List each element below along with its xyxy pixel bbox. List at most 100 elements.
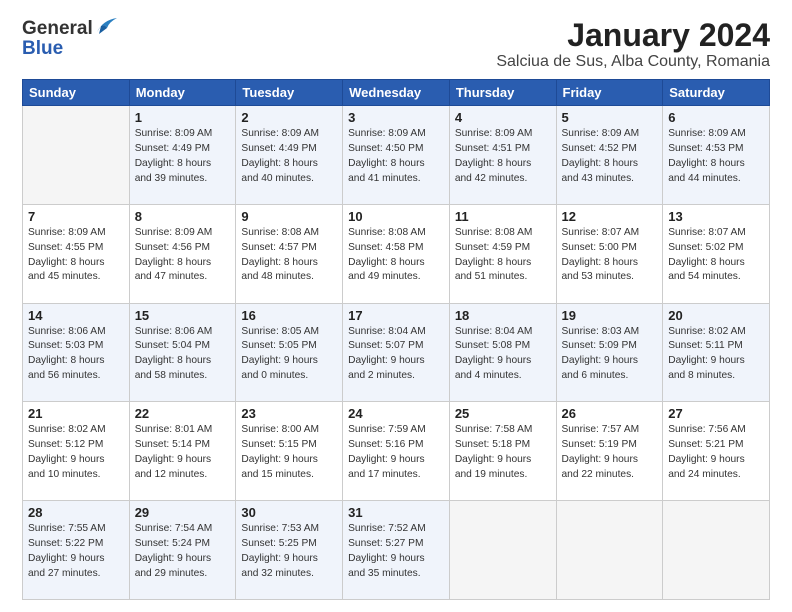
day-number: 8 [135, 209, 231, 224]
table-row: 29Sunrise: 7:54 AM Sunset: 5:24 PM Dayli… [129, 501, 236, 600]
day-number: 6 [668, 110, 764, 125]
day-number: 31 [348, 505, 444, 520]
table-row: 16Sunrise: 8:05 AM Sunset: 5:05 PM Dayli… [236, 303, 343, 402]
day-number: 1 [135, 110, 231, 125]
logo-blue-text: Blue [22, 38, 63, 60]
table-row: 13 Sunrise: 8:07 AM Sunset: 5:02 PM Dayli… [663, 204, 770, 303]
day-number: 4 [455, 110, 551, 125]
header-tuesday: Tuesday [236, 80, 343, 106]
day-number: 11 [455, 209, 551, 224]
table-row: 4Sunrise: 8:09 AM Sunset: 4:51 PM Daylig… [449, 106, 556, 205]
table-row: 19 Sunrise: 8:03 AM Sunset: 5:09 PM Dayli… [556, 303, 663, 402]
day-info: Sunrise: 7:59 AM Sunset: 5:16 PM Dayligh… [348, 423, 444, 482]
day-info: Sunrise: 7:56 AM Sunset: 5:21 PM Dayligh… [668, 423, 764, 482]
page-title: January 2024 [496, 18, 770, 53]
table-row: 17 Sunrise: 8:04 AM Sunset: 5:07 PM Dayli… [343, 303, 450, 402]
table-row: 8 Sunrise: 8:09 AM Sunset: 4:56 PM Daylig… [129, 204, 236, 303]
day-info: Sunrise: 8:08 AM Sunset: 4:59 PM Dayligh… [455, 226, 551, 285]
day-info: Sunrise: 7:58 AM Sunset: 5:18 PM Dayligh… [455, 423, 551, 482]
table-row: 31Sunrise: 7:52 AM Sunset: 5:27 PM Dayli… [343, 501, 450, 600]
logo-bird-icon [95, 18, 117, 36]
table-row: 14Sunrise: 8:06 AM Sunset: 5:03 PM Dayli… [23, 303, 130, 402]
calendar-week-row: 28 Sunrise: 7:55 AM Sunset: 5:22 PM Dayli… [23, 501, 770, 600]
day-number: 7 [28, 209, 124, 224]
table-row: 20 Sunrise: 8:02 AM Sunset: 5:11 PM Dayli… [663, 303, 770, 402]
table-row: 5 Sunrise: 8:09 AM Sunset: 4:52 PM Daylig… [556, 106, 663, 205]
day-number: 10 [348, 209, 444, 224]
day-info: Sunrise: 8:09 AM Sunset: 4:49 PM Dayligh… [135, 127, 231, 186]
table-row: 6 Sunrise: 8:09 AM Sunset: 4:53 PM Daylig… [663, 106, 770, 205]
header-sunday: Sunday [23, 80, 130, 106]
page-subtitle: Salciua de Sus, Alba County, Romania [496, 53, 770, 71]
day-info: Sunrise: 8:09 AM Sunset: 4:49 PM Dayligh… [241, 127, 337, 186]
day-info: Sunrise: 8:08 AM Sunset: 4:57 PM Dayligh… [241, 226, 337, 285]
calendar-week-row: 14Sunrise: 8:06 AM Sunset: 5:03 PM Dayli… [23, 303, 770, 402]
table-row: 11 Sunrise: 8:08 AM Sunset: 4:59 PM Dayli… [449, 204, 556, 303]
table-row: 25Sunrise: 7:58 AM Sunset: 5:18 PM Dayli… [449, 402, 556, 501]
day-info: Sunrise: 8:09 AM Sunset: 4:56 PM Dayligh… [135, 226, 231, 285]
day-info: Sunrise: 8:04 AM Sunset: 5:07 PM Dayligh… [348, 325, 444, 384]
day-info: Sunrise: 7:54 AM Sunset: 5:24 PM Dayligh… [135, 522, 231, 581]
day-number: 16 [241, 308, 337, 323]
calendar-week-row: 7 Sunrise: 8:09 AM Sunset: 4:55 PM Daylig… [23, 204, 770, 303]
day-info: Sunrise: 8:02 AM Sunset: 5:11 PM Dayligh… [668, 325, 764, 384]
table-row: 9 Sunrise: 8:08 AM Sunset: 4:57 PM Daylig… [236, 204, 343, 303]
title-block: January 2024 Salciua de Sus, Alba County… [496, 18, 770, 71]
table-row [663, 501, 770, 600]
calendar-table: Sunday Monday Tuesday Wednesday Thursday… [22, 79, 770, 600]
day-number: 19 [562, 308, 658, 323]
day-info: Sunrise: 7:57 AM Sunset: 5:19 PM Dayligh… [562, 423, 658, 482]
day-number: 13 [668, 209, 764, 224]
day-number: 9 [241, 209, 337, 224]
day-info: Sunrise: 8:00 AM Sunset: 5:15 PM Dayligh… [241, 423, 337, 482]
logo-general-text: General [22, 18, 93, 40]
day-info: Sunrise: 7:53 AM Sunset: 5:25 PM Dayligh… [241, 522, 337, 581]
day-number: 18 [455, 308, 551, 323]
day-number: 12 [562, 209, 658, 224]
table-row: 7 Sunrise: 8:09 AM Sunset: 4:55 PM Daylig… [23, 204, 130, 303]
table-row: 12Sunrise: 8:07 AM Sunset: 5:00 PM Dayli… [556, 204, 663, 303]
day-info: Sunrise: 7:55 AM Sunset: 5:22 PM Dayligh… [28, 522, 124, 581]
table-row: 26 Sunrise: 7:57 AM Sunset: 5:19 PM Dayli… [556, 402, 663, 501]
header-thursday: Thursday [449, 80, 556, 106]
day-number: 5 [562, 110, 658, 125]
table-row: 15 Sunrise: 8:06 AM Sunset: 5:04 PM Dayli… [129, 303, 236, 402]
day-info: Sunrise: 8:09 AM Sunset: 4:52 PM Dayligh… [562, 127, 658, 186]
day-number: 2 [241, 110, 337, 125]
day-info: Sunrise: 8:09 AM Sunset: 4:50 PM Dayligh… [348, 127, 444, 186]
day-number: 28 [28, 505, 124, 520]
day-number: 15 [135, 308, 231, 323]
table-row: 24 Sunrise: 7:59 AM Sunset: 5:16 PM Dayli… [343, 402, 450, 501]
day-number: 17 [348, 308, 444, 323]
table-row: 1 Sunrise: 8:09 AM Sunset: 4:49 PM Daylig… [129, 106, 236, 205]
table-row: 3 Sunrise: 8:09 AM Sunset: 4:50 PM Daylig… [343, 106, 450, 205]
day-number: 3 [348, 110, 444, 125]
table-row: 28 Sunrise: 7:55 AM Sunset: 5:22 PM Dayli… [23, 501, 130, 600]
day-info: Sunrise: 8:09 AM Sunset: 4:55 PM Dayligh… [28, 226, 124, 285]
logo: General Blue [22, 18, 117, 60]
table-row: 21 Sunrise: 8:02 AM Sunset: 5:12 PM Dayli… [23, 402, 130, 501]
header-monday: Monday [129, 80, 236, 106]
table-row: 18 Sunrise: 8:04 AM Sunset: 5:08 PM Dayli… [449, 303, 556, 402]
table-row: 10 Sunrise: 8:08 AM Sunset: 4:58 PM Dayli… [343, 204, 450, 303]
table-row: 30 Sunrise: 7:53 AM Sunset: 5:25 PM Dayli… [236, 501, 343, 600]
day-info: Sunrise: 8:07 AM Sunset: 5:02 PM Dayligh… [668, 226, 764, 285]
day-info: Sunrise: 8:08 AM Sunset: 4:58 PM Dayligh… [348, 226, 444, 285]
day-number: 21 [28, 406, 124, 421]
day-info: Sunrise: 8:01 AM Sunset: 5:14 PM Dayligh… [135, 423, 231, 482]
day-number: 26 [562, 406, 658, 421]
day-number: 30 [241, 505, 337, 520]
day-info: Sunrise: 8:09 AM Sunset: 4:53 PM Dayligh… [668, 127, 764, 186]
day-number: 24 [348, 406, 444, 421]
table-row [23, 106, 130, 205]
calendar-week-row: 21 Sunrise: 8:02 AM Sunset: 5:12 PM Dayli… [23, 402, 770, 501]
header: General Blue January 2024 Salciua de Sus… [22, 18, 770, 71]
day-info: Sunrise: 8:03 AM Sunset: 5:09 PM Dayligh… [562, 325, 658, 384]
calendar-week-row: 1 Sunrise: 8:09 AM Sunset: 4:49 PM Daylig… [23, 106, 770, 205]
day-number: 14 [28, 308, 124, 323]
day-info: Sunrise: 8:02 AM Sunset: 5:12 PM Dayligh… [28, 423, 124, 482]
day-info: Sunrise: 8:04 AM Sunset: 5:08 PM Dayligh… [455, 325, 551, 384]
calendar-header-row: Sunday Monday Tuesday Wednesday Thursday… [23, 80, 770, 106]
day-info: Sunrise: 8:06 AM Sunset: 5:04 PM Dayligh… [135, 325, 231, 384]
day-number: 20 [668, 308, 764, 323]
